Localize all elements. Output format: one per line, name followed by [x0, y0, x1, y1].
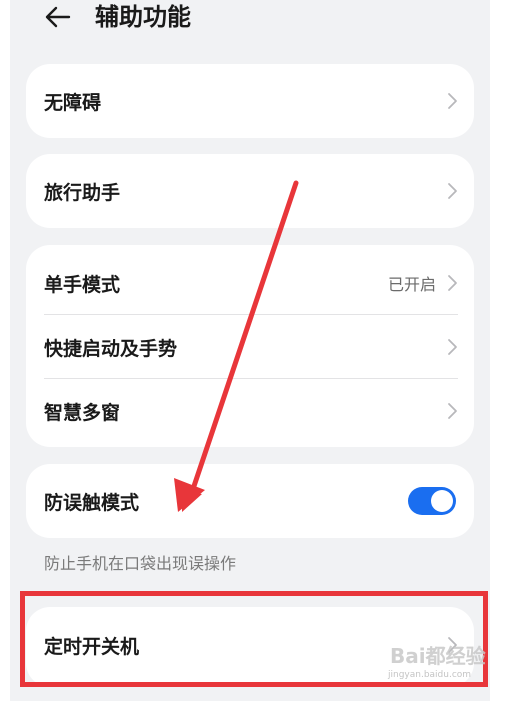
- card-group-modes: 单手模式 已开启 快捷启动及手势 智慧多窗: [26, 245, 474, 447]
- scheduled-power-row[interactable]: 定时开关机: [26, 613, 474, 677]
- one-hand-mode-label: 单手模式: [44, 273, 121, 296]
- anti-mistouch-row: 防误触模式: [26, 469, 474, 533]
- anti-mistouch-label: 防误触模式: [44, 491, 140, 514]
- chevron-right-icon: [448, 183, 457, 199]
- accessibility-row[interactable]: 无障碍: [26, 69, 474, 133]
- card-scheduled-power: 定时开关机: [26, 607, 474, 687]
- scheduled-power-label: 定时开关机: [44, 635, 140, 658]
- shortcuts-gestures-row[interactable]: 快捷启动及手势: [26, 315, 474, 379]
- smart-multiwindow-label: 智慧多窗: [44, 401, 121, 424]
- chevron-right-icon: [448, 275, 457, 291]
- card-travel-assistant: 旅行助手: [26, 154, 474, 228]
- card-accessibility: 无障碍: [26, 64, 474, 138]
- travel-assistant-row[interactable]: 旅行助手: [26, 159, 474, 223]
- shortcuts-gestures-label: 快捷启动及手势: [44, 337, 178, 360]
- chevron-right-icon: [448, 93, 457, 109]
- smart-multiwindow-row[interactable]: 智慧多窗: [26, 379, 474, 443]
- back-button[interactable]: [42, 2, 74, 32]
- chevron-right-icon: [448, 339, 457, 355]
- anti-mistouch-hint: 防止手机在口袋出现误操作: [44, 554, 237, 573]
- card-anti-mistouch: 防误触模式: [26, 464, 474, 538]
- one-hand-mode-row[interactable]: 单手模式 已开启: [26, 251, 474, 315]
- one-hand-mode-status: 已开启: [387, 275, 436, 294]
- toggle-knob: [431, 490, 453, 512]
- header: 辅助功能: [10, 0, 490, 40]
- page-title: 辅助功能: [95, 3, 191, 31]
- travel-assistant-label: 旅行助手: [44, 181, 121, 204]
- phone-screen: 辅助功能 无障碍 旅行助手 单手模式 已开启 快捷启动及手势 智慧多窗 防误触模…: [10, 0, 490, 701]
- chevron-right-icon: [448, 403, 457, 419]
- chevron-right-icon: [448, 637, 457, 653]
- arrow-left-icon: [45, 6, 71, 28]
- accessibility-label: 无障碍: [44, 91, 102, 114]
- anti-mistouch-toggle[interactable]: [408, 487, 456, 515]
